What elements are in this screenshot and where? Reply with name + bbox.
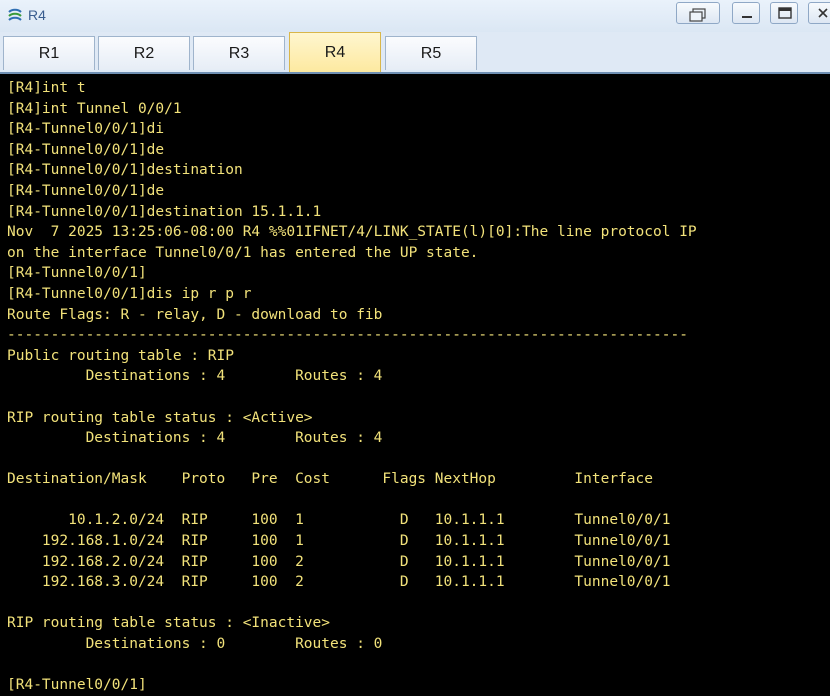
terminal-line: Nov 7 2025 13:25:06-08:00 R4 %%01IFNET/4… bbox=[7, 224, 697, 241]
tab-r4[interactable]: R4 bbox=[289, 32, 381, 72]
terminal-line: on the interface Tunnel0/0/1 has entered… bbox=[7, 244, 479, 261]
ensp-router-icon bbox=[6, 7, 24, 25]
terminal-line: Destinations : 0 Routes : 0 bbox=[7, 636, 383, 653]
terminal-line: [R4-Tunnel0/0/1] bbox=[7, 265, 147, 282]
terminal-output: [R4]int t [R4]int Tunnel 0/0/1 [R4-Tunnel0… bbox=[7, 78, 697, 696]
terminal-line: Destination/Mask Proto Pre Cost Flags Ne… bbox=[7, 471, 654, 488]
terminal-line: [R4]int t bbox=[7, 80, 86, 96]
terminal-line: [R4-Tunnel0/0/1]dis ip r p r bbox=[7, 285, 252, 302]
terminal-line: Route Flags: R - relay, D - download to … bbox=[7, 306, 383, 323]
terminal-line: [R4-Tunnel0/0/1]di bbox=[7, 121, 165, 138]
terminal-line: 192.168.3.0/24 RIP 100 2 D 10.1.1.1 Tunn… bbox=[7, 574, 671, 591]
terminal-line: [R4-Tunnel0/0/1]destination bbox=[7, 162, 243, 179]
terminal-line: [R4-Tunnel0/0/1]de bbox=[7, 182, 165, 199]
terminal-line: RIP routing table status : <Active> bbox=[7, 409, 313, 426]
terminal-line: Public routing table : RIP bbox=[7, 347, 234, 364]
window-title: R4 bbox=[28, 7, 46, 23]
tab-strip: R1 R2 R3 R4 R5 bbox=[0, 32, 830, 72]
tab-r2[interactable]: R2 bbox=[98, 36, 190, 70]
terminal-line: [R4-Tunnel0/0/1]de bbox=[7, 141, 165, 158]
terminal-line: 192.168.2.0/24 RIP 100 2 D 10.1.1.1 Tunn… bbox=[7, 553, 671, 570]
terminal-line: 192.168.1.0/24 RIP 100 1 D 10.1.1.1 Tunn… bbox=[7, 533, 671, 550]
terminal-line: 10.1.2.0/24 RIP 100 1 D 10.1.1.1 Tunnel0… bbox=[7, 512, 671, 529]
tab-r3[interactable]: R3 bbox=[193, 36, 285, 70]
maximize-button[interactable] bbox=[770, 2, 798, 24]
terminal-console[interactable]: [R4]int t [R4]int Tunnel 0/0/1 [R4-Tunnel0… bbox=[0, 72, 830, 696]
terminal-line: [R4-Tunnel0/0/1] bbox=[7, 677, 147, 694]
terminal-line: Destinations : 4 Routes : 4 bbox=[7, 368, 383, 385]
terminal-line: [R4-Tunnel0/0/1]destination 15.1.1.1 bbox=[7, 203, 322, 220]
terminal-window: R4 R1 R2 R3 R4 R5 [R4]int t [R4]int Tunn… bbox=[0, 0, 830, 696]
title-bar[interactable]: R4 bbox=[0, 0, 830, 32]
terminal-line: [R4]int Tunnel 0/0/1 bbox=[7, 100, 182, 117]
terminal-line: RIP routing table status : <Inactive> bbox=[7, 615, 331, 632]
tab-r5[interactable]: R5 bbox=[385, 36, 477, 70]
terminal-line: Destinations : 4 Routes : 4 bbox=[7, 430, 383, 447]
terminal-line: ----------------------------------------… bbox=[7, 327, 688, 344]
restore-button[interactable] bbox=[676, 2, 720, 24]
minimize-button[interactable] bbox=[732, 2, 760, 24]
close-button[interactable] bbox=[808, 2, 830, 24]
tab-r1[interactable]: R1 bbox=[3, 36, 95, 70]
